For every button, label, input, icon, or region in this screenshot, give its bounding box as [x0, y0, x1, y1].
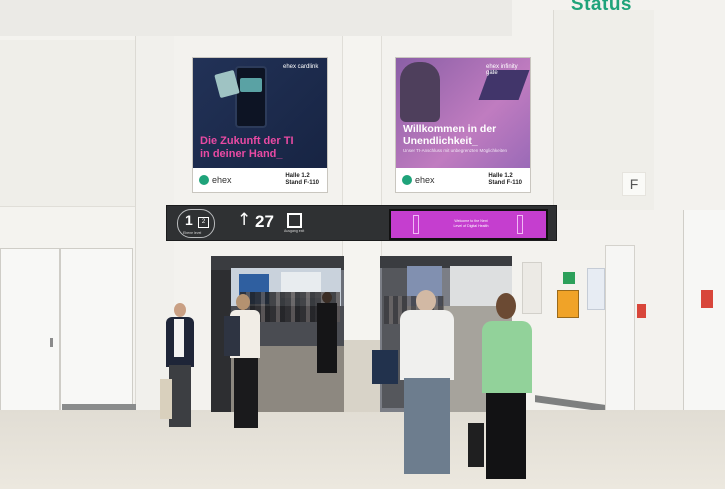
- first-aid-sign-icon: [563, 272, 575, 284]
- info-panel: [587, 268, 605, 310]
- level-box: 2: [198, 217, 209, 228]
- person-black-outfit: [314, 292, 342, 378]
- door-handle-icon: [50, 338, 53, 347]
- hall-info: Halle 1.2 Stand F-110: [285, 173, 319, 187]
- poster-footer: ehex Halle 1.2 Stand F-110: [396, 168, 530, 192]
- poster-headline-line2: in deiner Hand_: [200, 148, 283, 160]
- level-number: 1: [185, 212, 193, 228]
- poster-headline-line2: Unendlichkeit_: [403, 135, 478, 147]
- gate-number: 27: [255, 212, 274, 231]
- ehex-logo-icon: [199, 175, 209, 185]
- ehex-logo-text: ehex: [212, 175, 232, 185]
- led-display: Welcome to the Next Level of Digital Hea…: [389, 209, 548, 240]
- phone-image: [235, 66, 267, 128]
- ehex-logo: ehex: [199, 175, 232, 185]
- poster-ehex-cardlink: ehex cardlink Die Zukunft der TI in dein…: [192, 57, 328, 193]
- floor: [0, 410, 725, 489]
- poster-ehex-infinity-gate: ehex infinity gate Willkommen in der Une…: [395, 57, 531, 193]
- exit-caption: Ausgang exit: [284, 229, 305, 233]
- poster-headline-line1: Willkommen in der: [403, 123, 497, 135]
- display-message: Welcome to the Next Level of Digital Hea…: [441, 219, 501, 228]
- wall-sign-f: F: [622, 172, 646, 196]
- display-line2: Level of Digital Health: [453, 223, 489, 228]
- ehex-logo-icon: [402, 175, 412, 185]
- arrow-up-icon: ↑: [237, 210, 252, 230]
- poster-artwork: ehex infinity gate Willkommen in der Une…: [396, 58, 530, 168]
- astronaut-image: [400, 62, 440, 122]
- poster-brand: ehex infinity gate: [486, 64, 518, 76]
- wall-sign-text: F: [629, 176, 639, 192]
- corner-label: Status: [570, 0, 632, 15]
- fire-alarm-icon: [701, 290, 713, 308]
- wayfinding-sign: 1 2 Ebene level ↑ 27 Ausgang exit Welcom…: [166, 205, 557, 241]
- display-right-mark: [517, 215, 523, 234]
- level-caption: Ebene level: [183, 231, 202, 235]
- ehex-logo-text: ehex: [415, 175, 435, 185]
- stand-line: Stand F-110: [285, 180, 319, 186]
- left-wall-recess: [0, 40, 136, 207]
- hall-line: Halle 1.2: [285, 173, 310, 179]
- person-green-shirt: [468, 293, 542, 487]
- poster-subline: Unser TI-Anschluss mit unbegrenzten Mögl…: [403, 148, 507, 153]
- concourse-photo: ehex cardlink Die Zukunft der TI in dein…: [0, 0, 725, 489]
- hall-line: Halle 1.2: [488, 173, 513, 179]
- defibrillator-box: [557, 290, 579, 318]
- display-left-mark: [413, 215, 419, 234]
- person-suit: [160, 303, 214, 438]
- ehex-logo: ehex: [402, 175, 435, 185]
- poster-footer: ehex Halle 1.2 Stand F-110: [193, 168, 327, 192]
- left-door-2: [60, 248, 133, 413]
- poster-artwork: ehex cardlink Die Zukunft der TI in dein…: [193, 58, 327, 168]
- left-door-1: [0, 248, 60, 413]
- poster-headline-line1: Die Zukunft der TI: [200, 135, 294, 147]
- stand-line: Stand F-110: [488, 180, 522, 186]
- hall-info: Halle 1.2 Stand F-110: [488, 173, 522, 187]
- person-woman-glasses: [222, 294, 278, 442]
- exit-icon: [287, 213, 302, 228]
- red-notice: [637, 304, 646, 318]
- poster-brand: ehex cardlink: [283, 64, 319, 70]
- person-white-shirt: [372, 290, 468, 482]
